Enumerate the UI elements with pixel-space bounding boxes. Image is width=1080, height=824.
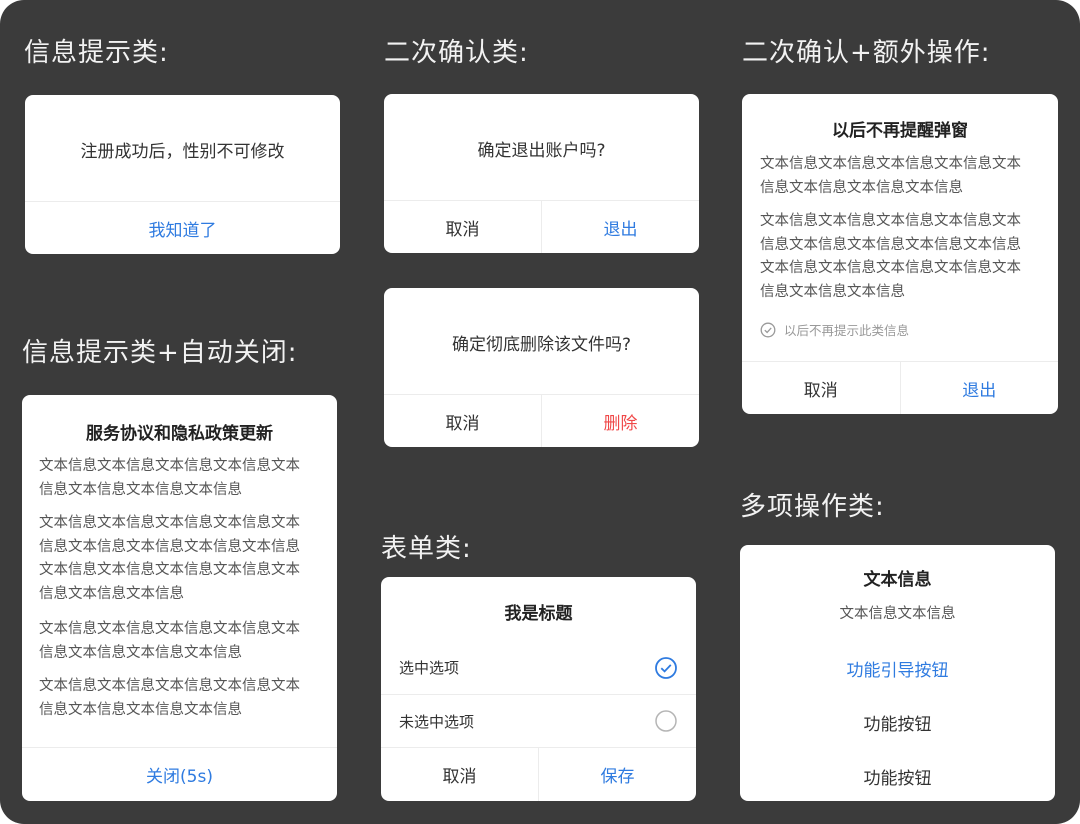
radio-unchecked-icon — [655, 710, 677, 732]
dialog-subtitle: 文本信息文本信息 — [839, 606, 956, 622]
text-line: 信息文本信息文本信息 — [760, 283, 905, 300]
dialog-actions: 取消 退出 — [384, 200, 699, 253]
text-line: 信息文本信息文本信息文本信息 — [39, 481, 242, 498]
option-selected[interactable]: 选中选项 — [381, 641, 696, 694]
dialog-paragraph: 文本信息文本信息文本信息文本信息文本 信息文本信息文本信息文本信息 — [39, 675, 300, 722]
dialog-actions: 取消 保存 — [381, 747, 696, 801]
text-line: 文本信息文本信息文本信息文本信息文本 — [39, 678, 300, 694]
function-button-2[interactable]: 功能按钮 — [740, 764, 1055, 789]
heading-confirm: 二次确认类: — [384, 38, 529, 68]
dialog-title: 文本信息 — [863, 570, 932, 590]
text-line: 信息文本信息文本信息文本信息 — [39, 644, 242, 661]
heading-form: 表单类: — [381, 534, 472, 564]
text-line: 文本信息文本信息文本信息文本信息文本 — [760, 156, 1021, 172]
heading-multi: 多项操作类: — [740, 492, 885, 522]
heading-confirm-extra: 二次确认+额外操作: — [742, 38, 991, 68]
checkbox-label: 以后不再提示此类信息 — [784, 323, 910, 338]
logout-button[interactable]: 退出 — [899, 362, 1059, 414]
auto-close-dialog: 服务协议和隐私政策更新 文本信息文本信息文本信息文本信息文本 信息文本信息文本信… — [22, 395, 337, 801]
save-button[interactable]: 保存 — [538, 748, 696, 801]
option-label: 未选中选项 — [399, 712, 475, 731]
dont-remind-checkbox[interactable]: 以后不再提示此类信息 — [760, 320, 909, 339]
check-circle-icon — [760, 322, 776, 337]
heading-info-auto: 信息提示类+自动关闭: — [22, 338, 298, 368]
text-line: 文本信息文本信息文本信息文本信息文本 — [39, 562, 300, 578]
radio-checked-icon — [655, 656, 677, 679]
dialog-actions: 取消 退出 — [742, 361, 1058, 414]
dialog-paragraph: 文本信息文本信息文本信息文本信息文本 信息文本信息文本信息文本信息文本信息 文本… — [39, 512, 300, 606]
dialog-message: 确定彻底删除该文件吗? — [451, 335, 632, 355]
cancel-button[interactable]: 取消 — [742, 362, 900, 414]
text-line: 信息文本信息文本信息文本信息文本信息 — [39, 538, 300, 555]
text-line: 信息文本信息文本信息文本信息 — [39, 701, 242, 718]
text-line: 文本信息文本信息文本信息文本信息文本 — [39, 515, 300, 531]
confirm-extra-dialog: 以后不再提醒弹窗 文本信息文本信息文本信息文本信息文本 信息文本信息文本信息文本… — [742, 94, 1058, 414]
guide-button[interactable]: 功能引导按钮 — [740, 656, 1055, 681]
canvas: 信息提示类: 二次确认类: 二次确认+额外操作: 信息提示类+自动关闭: 表单类… — [0, 0, 1080, 824]
info-dialog: 注册成功后，性别不可修改 我知道了 — [25, 95, 340, 254]
dialog-title: 我是标题 — [504, 604, 573, 624]
heading-info: 信息提示类: — [24, 38, 169, 68]
option-label: 选中选项 — [399, 659, 460, 677]
dialog-paragraph: 文本信息文本信息文本信息文本信息文本 信息文本信息文本信息文本信息 — [39, 455, 300, 502]
option-unselected[interactable]: 未选中选项 — [381, 694, 696, 747]
function-button-1[interactable]: 功能按钮 — [740, 710, 1055, 735]
dialog-paragraph: 文本信息文本信息文本信息文本信息文本 信息文本信息文本信息文本信息文本信息 文本… — [760, 210, 1021, 304]
logout-button[interactable]: 退出 — [541, 201, 699, 253]
text-line: 信息文本信息文本信息文本信息文本信息 — [760, 236, 1021, 253]
got-it-button[interactable]: 我知道了 — [25, 202, 340, 254]
delete-confirm-dialog: 确定彻底删除该文件吗? 取消 删除 — [384, 288, 699, 447]
dialog-title: 服务协议和隐私政策更新 — [86, 424, 273, 444]
dialog-actions: 关闭(5s) — [22, 747, 337, 801]
delete-button[interactable]: 删除 — [541, 395, 699, 447]
dialog-paragraph: 文本信息文本信息文本信息文本信息文本 信息文本信息文本信息文本信息 — [39, 618, 300, 665]
dialog-message: 确定退出账户吗? — [477, 141, 606, 161]
dialog-title: 以后不再提醒弹窗 — [832, 121, 968, 141]
form-dialog: 我是标题 选中选项 未选中选项 取消 保存 — [381, 577, 696, 801]
text-line: 信息文本信息文本信息文本信息 — [760, 179, 963, 196]
dialog-actions: 取消 删除 — [384, 394, 699, 447]
text-line: 信息文本信息文本信息 — [39, 585, 184, 602]
dialog-message: 注册成功后，性别不可修改 — [80, 142, 285, 162]
dialog-paragraph: 文本信息文本信息文本信息文本信息文本 信息文本信息文本信息文本信息 — [760, 153, 1021, 200]
cancel-button[interactable]: 取消 — [384, 395, 541, 447]
close-countdown-button[interactable]: 关闭(5s) — [22, 748, 337, 801]
dialog-actions: 我知道了 — [25, 201, 340, 254]
text-line: 文本信息文本信息文本信息文本信息文本 — [760, 260, 1021, 276]
multi-action-dialog: 文本信息 文本信息文本信息 功能引导按钮 功能按钮 功能按钮 — [740, 545, 1055, 801]
cancel-button[interactable]: 取消 — [384, 201, 541, 253]
logout-confirm-dialog: 确定退出账户吗? 取消 退出 — [384, 94, 699, 253]
text-line: 文本信息文本信息文本信息文本信息文本 — [760, 213, 1021, 229]
text-line: 文本信息文本信息文本信息文本信息文本 — [39, 621, 300, 637]
text-line: 文本信息文本信息文本信息文本信息文本 — [39, 458, 300, 474]
cancel-button[interactable]: 取消 — [381, 748, 538, 801]
